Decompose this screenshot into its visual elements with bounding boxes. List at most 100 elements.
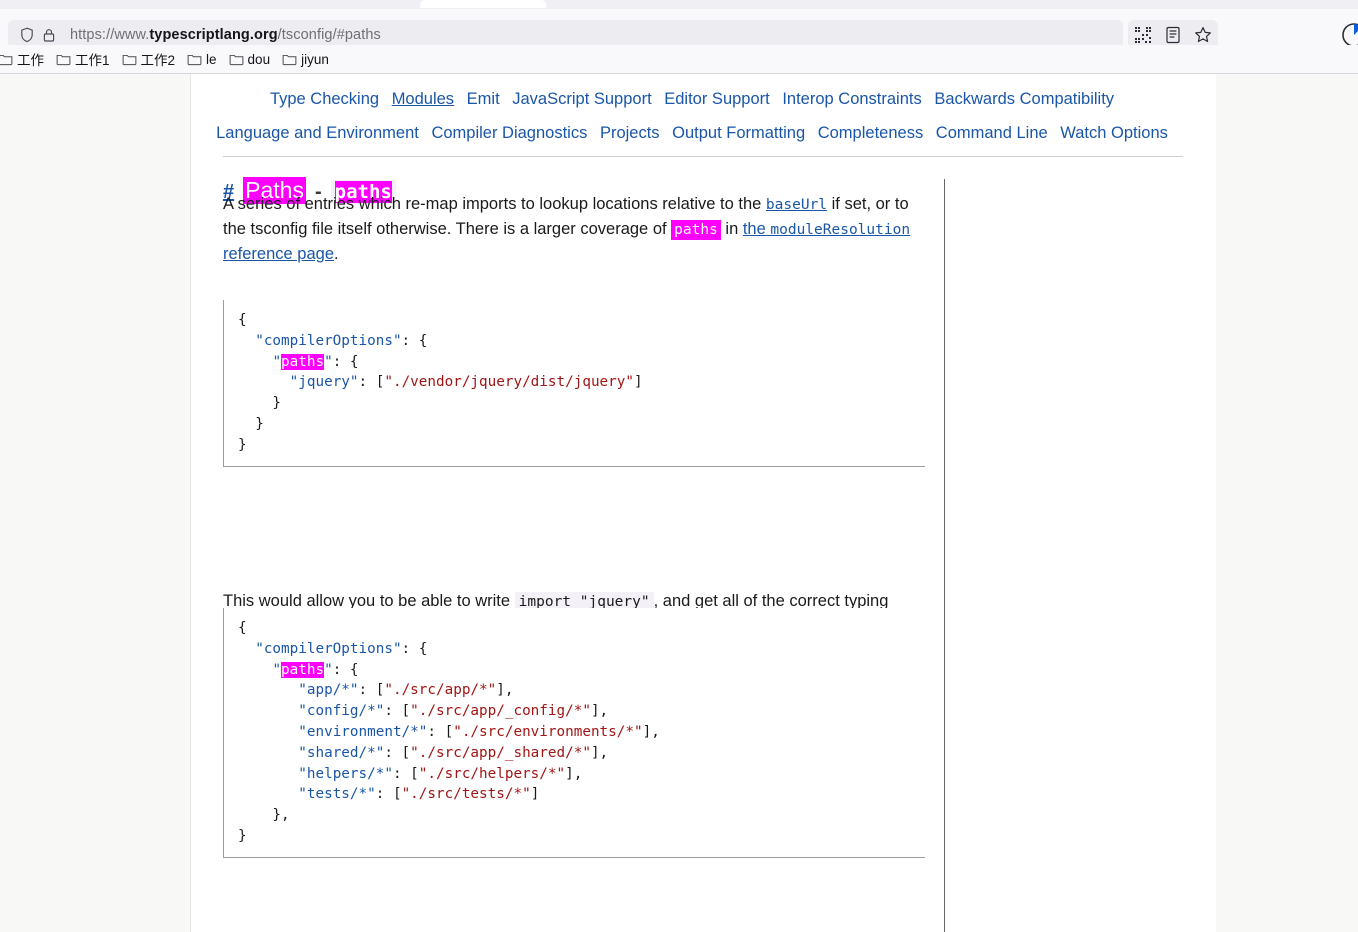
bookmark-label: le: [206, 51, 217, 67]
code-token: "helpers/*": [298, 765, 393, 782]
code-token: : [: [427, 723, 454, 740]
nav-link-projects[interactable]: Projects: [600, 124, 660, 142]
code-token: "app/*": [298, 682, 359, 699]
code-token: ],: [590, 744, 609, 761]
code-block-multi-paths: { "compilerOptions": { "paths": { "app/*…: [223, 608, 925, 858]
code-token: "./vendor/jquery/dist/jquery": [384, 374, 634, 391]
folder-icon: [56, 52, 71, 66]
nav-link-editor-support[interactable]: Editor Support: [664, 90, 769, 108]
bookmark-item[interactable]: le: [183, 50, 225, 69]
link-baseurl[interactable]: baseUrl: [766, 195, 827, 213]
code-token: "./src/helpers/*": [418, 765, 566, 782]
bookmarks-bar: 工作 工作1 工作2 le dou jiyun: [0, 45, 1358, 74]
code-token: "compilerOptions": [255, 332, 402, 349]
code-token: "./src/app/_shared/*": [410, 744, 591, 761]
section-divider: [223, 156, 1183, 157]
folder-icon: [0, 52, 13, 66]
moduleresolution-code: moduleResolution: [770, 222, 911, 238]
bookmark-item[interactable]: 工作1: [52, 47, 118, 71]
padlock-icon[interactable]: [40, 26, 58, 44]
nav-link-output-formatting[interactable]: Output Formatting: [672, 124, 805, 142]
nav-link-watch-options[interactable]: Watch Options: [1060, 124, 1168, 142]
code-line: },: [238, 805, 925, 826]
reader-view-icon[interactable]: [1163, 25, 1183, 45]
left-sidebar: [0, 74, 191, 932]
url-text[interactable]: https://www.typescriptlang.org/tsconfig/…: [70, 27, 381, 43]
content-vertical-divider: [944, 179, 945, 932]
code-token: : {: [332, 353, 359, 370]
folder-icon: [229, 52, 244, 66]
code-line: "config/*": ["./src/app/_config/*"],: [238, 701, 925, 722]
nav-link-completeness[interactable]: Completeness: [818, 124, 923, 142]
code-token: "compilerOptions": [255, 640, 402, 657]
url-path: /tsconfig/#paths: [277, 27, 381, 43]
paths-code-inline: paths: [671, 220, 721, 240]
code-token: "jquery": [289, 374, 359, 391]
nav-link-backwards-compatibility[interactable]: Backwards Compatibility: [934, 90, 1114, 108]
bookmark-item[interactable]: 工作2: [118, 47, 184, 71]
nav-link-command-line[interactable]: Command Line: [936, 124, 1048, 142]
tab-strip: [0, 0, 1358, 9]
bookmark-item[interactable]: 工作: [0, 47, 52, 71]
p1-text-c: in: [720, 220, 743, 238]
code-token: ]: [633, 374, 643, 391]
code-token: "config/*": [298, 703, 385, 720]
bookmark-label: dou: [247, 51, 271, 67]
code-token: "./src/environments/*": [453, 723, 643, 740]
nav-link-type-checking[interactable]: Type Checking: [270, 90, 379, 108]
code-token: : {: [401, 332, 428, 349]
code-token: paths: [281, 353, 325, 370]
code-token: ],: [642, 723, 660, 740]
code-token: }: [238, 415, 264, 432]
code-token: }: [238, 436, 247, 453]
nav-link-emit[interactable]: Emit: [467, 90, 500, 108]
nav-link-interop-constraints[interactable]: Interop Constraints: [782, 90, 921, 108]
nav-link-modules[interactable]: Modules: [392, 90, 454, 108]
browser-tab[interactable]: [420, 0, 546, 8]
nav-link-language-and-environment[interactable]: Language and Environment: [216, 124, 419, 142]
p1-text-a: A series of entries which re-map imports…: [223, 195, 766, 213]
code-token: paths: [281, 661, 325, 678]
code-line: }: [238, 435, 925, 456]
code-token: "tests/*": [298, 786, 376, 803]
code-line: "environment/*": ["./src/environments/*"…: [238, 722, 925, 743]
optnav-row-2: Language and Environment Compiler Diagno…: [212, 116, 1172, 150]
shield-icon[interactable]: [18, 26, 36, 44]
code-token: }: [238, 827, 247, 844]
code-token: : [: [384, 744, 411, 761]
code-block-jquery-paths: { "compilerOptions": { "paths": { "jquer…: [223, 300, 925, 467]
code-token: : [: [375, 786, 402, 803]
code-token: }: [238, 395, 282, 412]
code-token: : {: [332, 661, 359, 678]
code-line: "tests/*": ["./src/tests/*"]: [238, 784, 925, 805]
bookmark-label: 工作2: [140, 53, 176, 68]
code-token: : [: [358, 682, 385, 699]
bookmark-label: 工作: [17, 53, 44, 68]
bookmark-label: jiyun: [301, 51, 329, 67]
code-token: "./src/app/_config/*": [410, 703, 591, 720]
qr-code-icon[interactable]: [1133, 25, 1153, 45]
code-token: ": [272, 353, 282, 370]
code-token: {: [238, 620, 247, 636]
code-line: }: [238, 826, 925, 847]
nav-link-javascript-support[interactable]: JavaScript Support: [512, 90, 651, 108]
bookmark-item[interactable]: jiyun: [278, 50, 337, 69]
baseurl-code: baseUrl: [765, 197, 828, 213]
code-token: ],: [565, 765, 583, 782]
folder-icon: [187, 52, 202, 66]
nav-link-compiler-diagnostics[interactable]: Compiler Diagnostics: [431, 124, 587, 142]
bookmark-item[interactable]: dou: [225, 50, 279, 69]
right-sidebar: [1216, 74, 1358, 932]
code-token: ": [324, 353, 333, 370]
code-line: "shared/*": ["./src/app/_shared/*"],: [238, 743, 925, 764]
bookmark-star-icon[interactable]: [1193, 25, 1213, 45]
folder-icon: [122, 52, 137, 66]
optnav-row-1: Type Checking Modules Emit JavaScript Su…: [212, 82, 1172, 116]
